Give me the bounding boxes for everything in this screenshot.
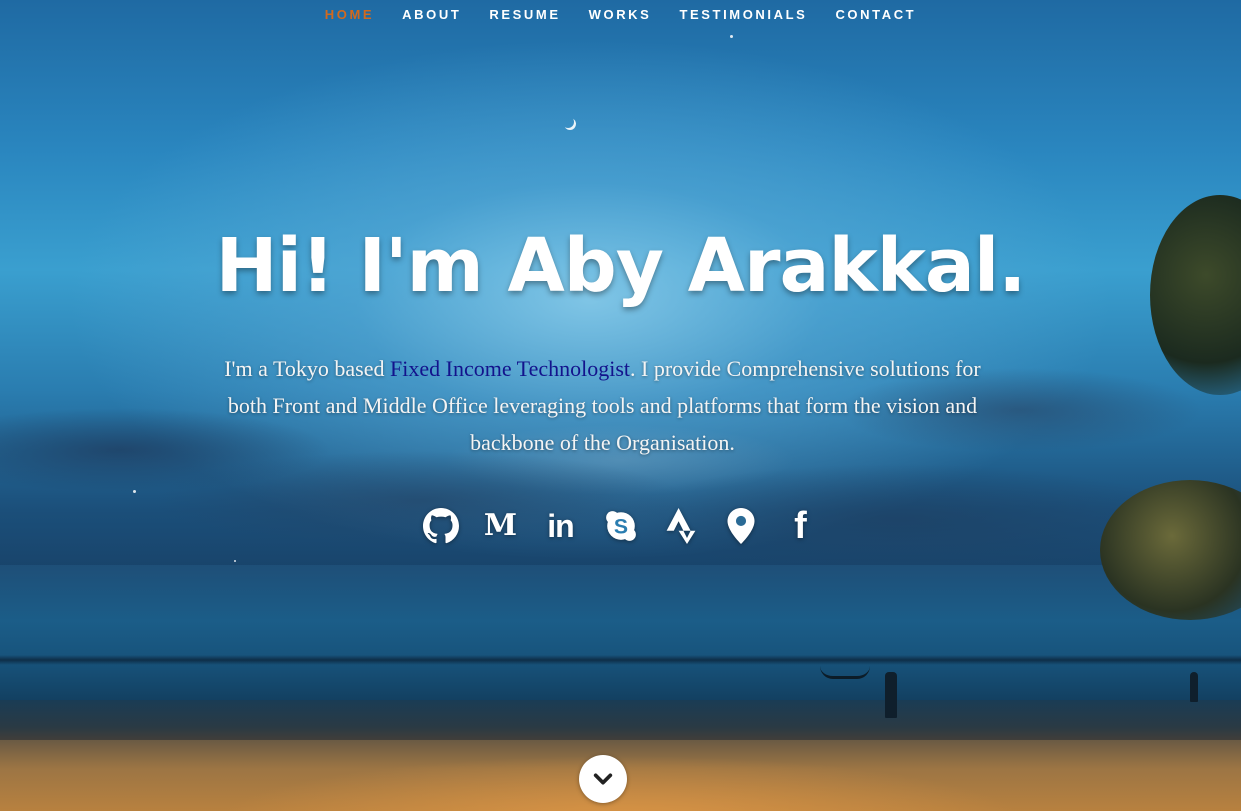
hero-title: Hi! I'm Aby Arakkal. bbox=[215, 223, 1027, 309]
star bbox=[234, 560, 236, 562]
medium-icon[interactable]: M bbox=[483, 505, 519, 547]
main-nav: HOME ABOUT RESUME WORKS TESTIMONIALS CON… bbox=[0, 0, 1241, 28]
nav-about[interactable]: ABOUT bbox=[388, 7, 475, 22]
sea bbox=[0, 565, 1241, 705]
person-silhouette bbox=[1190, 672, 1198, 702]
facebook-icon[interactable]: f bbox=[783, 505, 819, 547]
hero-description: I'm a Tokyo based Fixed Income Technolog… bbox=[210, 350, 995, 461]
linkedin-glyph: in bbox=[547, 508, 574, 544]
moon bbox=[562, 116, 574, 128]
wet-sand bbox=[0, 700, 1241, 745]
nav-testimonials[interactable]: TESTIMONIALS bbox=[665, 7, 821, 22]
map-pin-icon[interactable] bbox=[723, 505, 759, 547]
nav-works[interactable]: WORKS bbox=[575, 7, 666, 22]
hero-description-intro: I'm a Tokyo based bbox=[224, 356, 390, 381]
medium-glyph: M bbox=[483, 508, 518, 543]
github-icon[interactable] bbox=[422, 505, 459, 547]
wave-line bbox=[0, 655, 1241, 665]
social-links: M in S f bbox=[0, 505, 1241, 547]
star bbox=[133, 490, 136, 493]
nav-home[interactable]: HOME bbox=[311, 7, 388, 22]
strava-icon[interactable] bbox=[663, 505, 699, 547]
facebook-glyph: f bbox=[794, 505, 807, 547]
hero-description-highlight: Fixed Income Technologist bbox=[390, 356, 631, 381]
linkedin-icon[interactable]: in bbox=[543, 505, 579, 547]
chevron-down-icon bbox=[593, 773, 613, 785]
nav-contact[interactable]: CONTACT bbox=[821, 7, 930, 22]
nav-resume[interactable]: RESUME bbox=[475, 7, 574, 22]
person-silhouette bbox=[885, 672, 897, 718]
skype-icon[interactable]: S bbox=[603, 505, 639, 547]
star bbox=[730, 35, 733, 38]
boat bbox=[820, 666, 870, 679]
svg-text:S: S bbox=[613, 514, 627, 538]
scroll-down-button[interactable] bbox=[579, 755, 627, 803]
